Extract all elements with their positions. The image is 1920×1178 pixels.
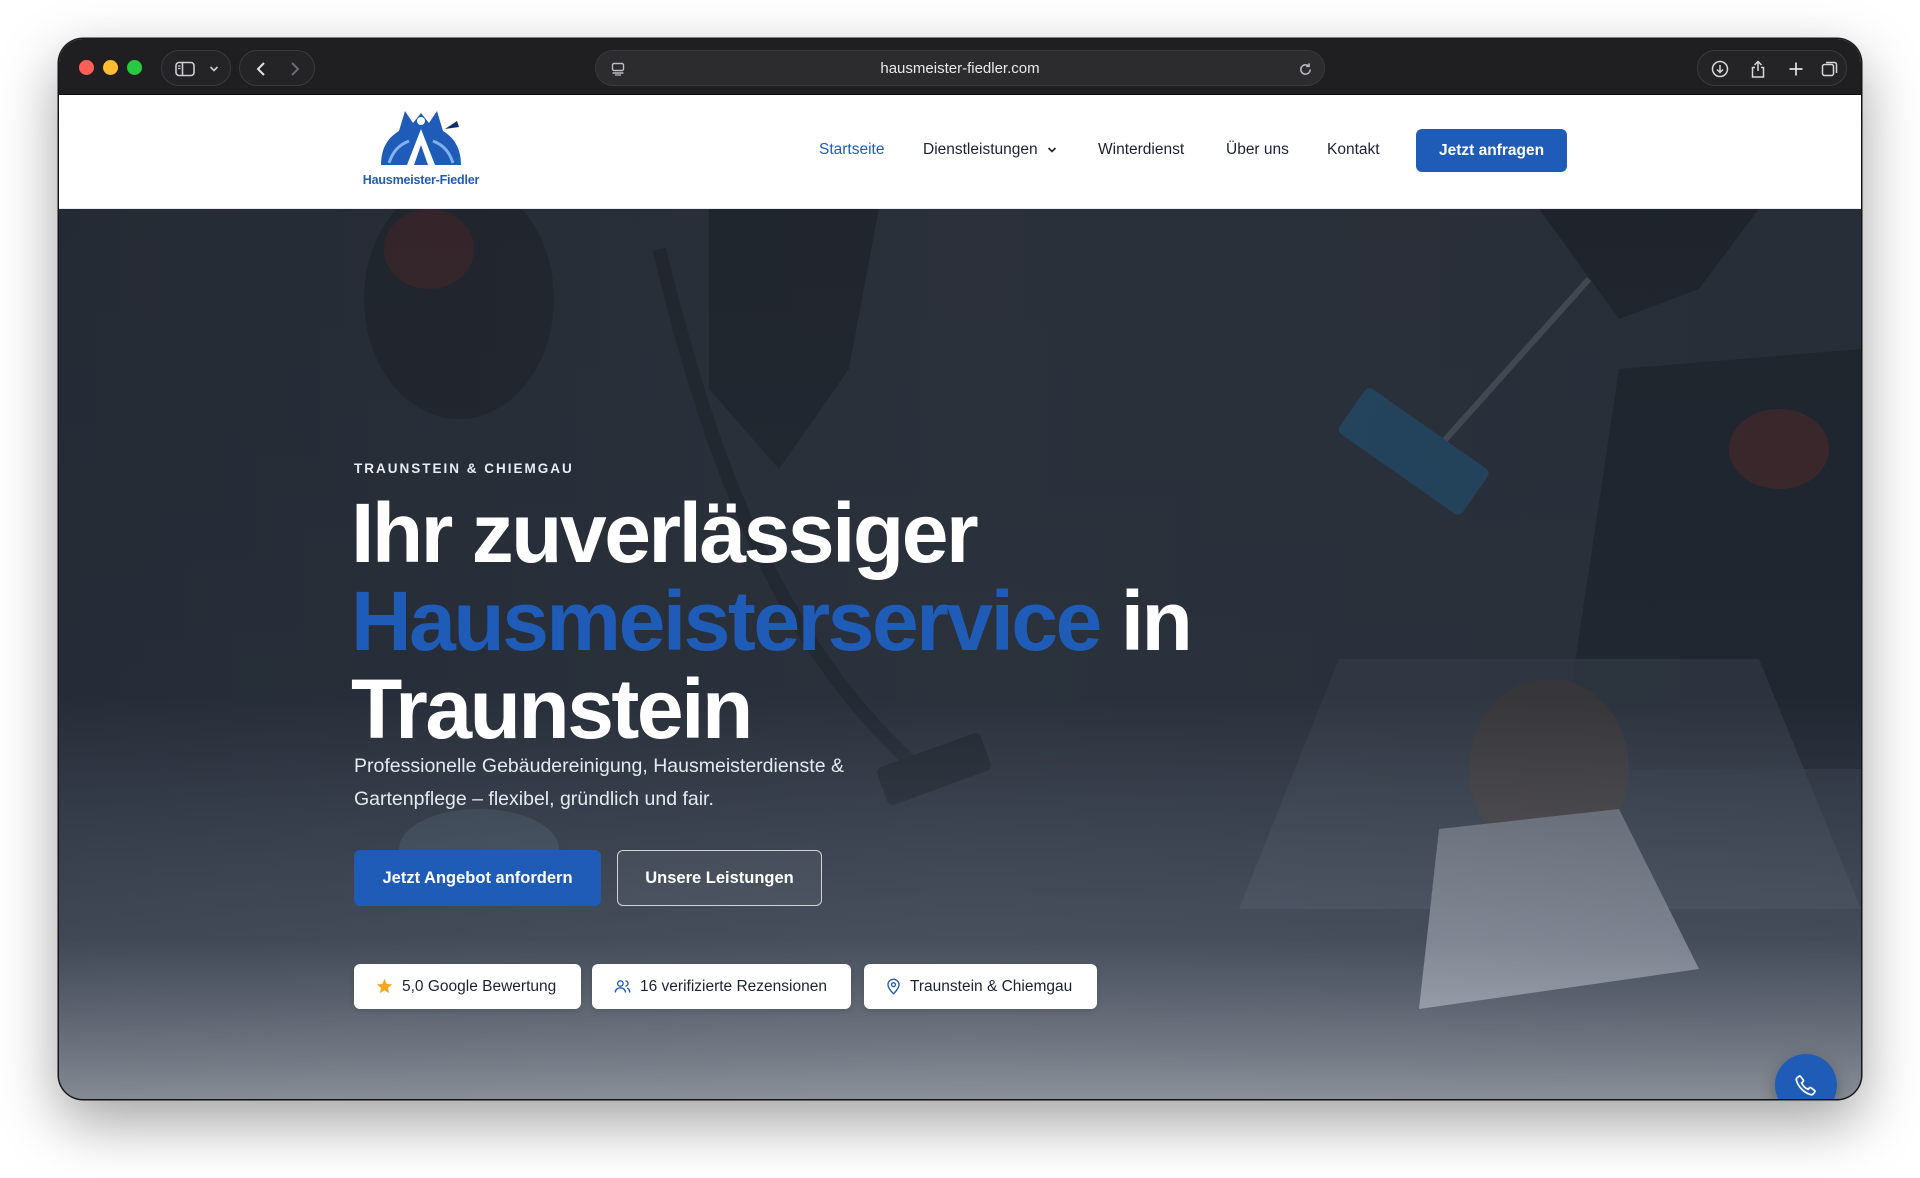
users-icon: [614, 980, 631, 993]
badge-label: 5,0 Google Bewertung: [402, 977, 557, 995]
browser-window: hausmeister-fiedler.com Hausmeister-Fied…: [59, 39, 1861, 1099]
nav-kontakt[interactable]: Kontakt: [1327, 141, 1380, 159]
sidebar-toggle-group: [161, 50, 231, 86]
download-icon[interactable]: [1704, 51, 1736, 87]
minimize-window-button[interactable]: [103, 60, 118, 75]
star-icon: [376, 978, 393, 994]
nav-ueber-uns[interactable]: Über uns: [1226, 141, 1289, 159]
tab-overview-icon[interactable]: [1814, 51, 1846, 87]
forward-icon[interactable]: [282, 51, 308, 87]
nav-dienstleistungen[interactable]: Dienstleistungen: [923, 141, 1057, 159]
zoom-window-button[interactable]: [127, 60, 142, 75]
headline-line-3: Traunstein: [351, 662, 753, 756]
headline-accent: Hausmeisterservice: [351, 574, 1102, 668]
chevron-down-icon: [1047, 147, 1056, 153]
reviews-badge: 16 verifizierte Rezensionen: [592, 964, 851, 1009]
map-pin-icon: [887, 978, 900, 995]
badge-label: 16 verifizierte Rezensionen: [640, 977, 827, 995]
new-tab-icon[interactable]: [1780, 51, 1812, 87]
sidebar-icon[interactable]: [172, 51, 198, 87]
hero-section: TRAUNSTEIN & CHIEMGAU Ihr zuverlässiger …: [59, 209, 1861, 1099]
address-bar[interactable]: hausmeister-fiedler.com: [595, 50, 1325, 86]
logo-emblem-icon: [381, 111, 461, 165]
toolbar-actions-group: [1697, 50, 1847, 86]
header-request-button[interactable]: Jetzt anfragen: [1416, 129, 1567, 172]
request-quote-button[interactable]: Jetzt Angebot anfordern: [354, 850, 601, 906]
history-nav-group: [239, 50, 315, 86]
headline-line-2: Hausmeisterservice in: [351, 577, 1331, 665]
share-icon[interactable]: [1742, 51, 1774, 87]
nav-dienstleistungen-label: Dienstleistungen: [923, 141, 1038, 158]
hero-subline: Professionelle Gebäudereinigung, Hausmei…: [354, 755, 844, 810]
headline-in: in: [1099, 574, 1193, 668]
site-header: Hausmeister-Fiedler Startseite Dienstlei…: [59, 95, 1861, 209]
phone-icon: [1795, 1075, 1816, 1096]
close-window-button[interactable]: [79, 60, 94, 75]
location-badge: Traunstein & Chiemgau: [864, 964, 1097, 1009]
nav-startseite[interactable]: Startseite: [819, 141, 884, 159]
headline-line-1: Ihr zuverlässiger: [351, 486, 979, 580]
hero-headline: Ihr zuverlässiger Hausmeisterservice in …: [351, 489, 1331, 753]
browser-toolbar: hausmeister-fiedler.com: [59, 39, 1861, 95]
reload-icon[interactable]: [1291, 51, 1319, 87]
services-button[interactable]: Unsere Leistungen: [617, 850, 822, 906]
back-icon[interactable]: [248, 51, 274, 87]
logo-text: Hausmeister-Fiedler: [362, 173, 480, 187]
nav-winterdienst[interactable]: Winterdienst: [1098, 141, 1184, 159]
url-text[interactable]: hausmeister-fiedler.com: [596, 51, 1324, 87]
badge-label: Traunstein & Chiemgau: [910, 977, 1073, 995]
chevron-down-icon[interactable]: [204, 51, 224, 87]
google-rating-badge: 5,0 Google Bewertung: [354, 964, 581, 1009]
logo[interactable]: Hausmeister-Fiedler: [359, 107, 483, 193]
hero-eyebrow: TRAUNSTEIN & CHIEMGAU: [354, 461, 574, 476]
